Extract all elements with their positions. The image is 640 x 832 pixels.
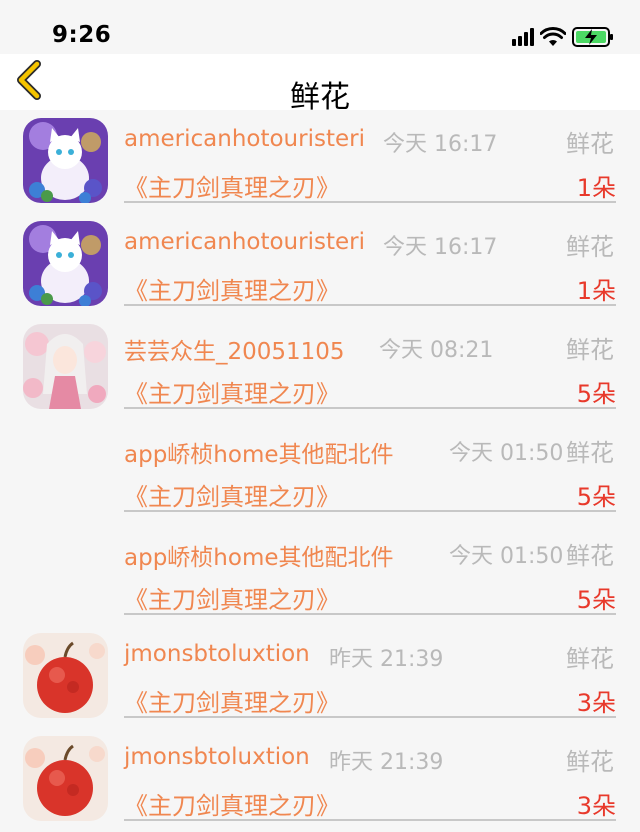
gift-time: 今天 01:50 [449,544,564,569]
avatar[interactable] [23,324,108,409]
battery-charging-icon [572,27,613,47]
gift-time: 今天 01:50 [449,441,564,466]
wifi-icon [540,27,566,46]
flower-count: 3朵 [576,792,616,820]
work-title-link[interactable]: 《主刀剑真理之刃》 [124,683,340,718]
list-item[interactable]: americanhotouristeri 今天 16:17 鲜花 《主刀剑真理之… [0,110,640,213]
gift-time: 今天 16:17 [383,235,498,260]
status-icons [512,27,614,47]
list-item[interactable]: jmonsbtoluxtion 昨天 21:39 鲜花 《主刀剑真理之刃》 3朵 [0,625,640,728]
divider [124,201,616,203]
divider [124,716,616,718]
sender-name[interactable]: 芸芸众生_20051105 [124,332,345,366]
sender-name[interactable]: app峤桢home其他配北件 [124,538,394,572]
gift-time: 今天 16:17 [383,132,498,157]
divider [124,613,616,615]
gift-type: 鲜花 [566,336,614,364]
sender-name[interactable]: americanhotouristeri [124,229,365,255]
gift-time: 今天 08:21 [379,338,494,363]
list-item[interactable]: americanhotouristeri 今天 16:17 鲜花 《主刀剑真理之… [0,213,640,316]
flower-count: 3朵 [576,689,616,717]
flower-count: 1朵 [576,174,616,202]
work-title-link[interactable]: 《主刀剑真理之刃》 [124,786,340,821]
work-title-link[interactable]: 《主刀剑真理之刃》 [124,271,340,306]
work-title-link[interactable]: 《主刀剑真理之刃》 [124,580,340,615]
gift-type: 鲜花 [566,130,614,158]
sender-name[interactable]: americanhotouristeri [124,126,365,152]
cellular-signal-icon [512,28,534,46]
gift-type: 鲜花 [566,439,614,467]
gift-type: 鲜花 [566,748,614,776]
status-bar: 9:26 [0,0,640,54]
flower-count: 5朵 [576,483,616,511]
divider [124,304,616,306]
work-title-link[interactable]: 《主刀剑真理之刃》 [124,374,340,409]
work-title-link[interactable]: 《主刀剑真理之刃》 [124,477,340,512]
gift-type: 鲜花 [566,233,614,261]
gift-type: 鲜花 [566,542,614,570]
gift-time: 昨天 21:39 [329,750,444,775]
navigation-bar: 鲜花 [0,54,640,115]
avatar[interactable] [23,736,108,821]
divider [124,819,616,821]
list-item[interactable]: 芸芸众生_20051105 今天 08:21 鲜花 《主刀剑真理之刃》 5朵 [0,316,640,419]
flower-count: 5朵 [576,586,616,614]
avatar[interactable] [23,118,108,203]
flower-count: 5朵 [576,380,616,408]
list-item[interactable]: app峤桢home其他配北件 今天 01:50 鲜花 《主刀剑真理之刃》 5朵 [0,419,640,522]
list-item[interactable]: jmonsbtoluxtion 昨天 21:39 鲜花 《主刀剑真理之刃》 3朵 [0,728,640,831]
sender-name[interactable]: app峤桢home其他配北件 [124,435,394,469]
work-title-link[interactable]: 《主刀剑真理之刃》 [124,168,340,203]
flower-count: 1朵 [576,277,616,305]
avatar[interactable] [23,221,108,306]
sender-name[interactable]: jmonsbtoluxtion [124,744,310,770]
avatar[interactable] [23,633,108,718]
sender-name[interactable]: jmonsbtoluxtion [124,641,310,667]
list-item[interactable]: app峤桢home其他配北件 今天 01:50 鲜花 《主刀剑真理之刃》 5朵 [0,522,640,625]
flower-gift-list: americanhotouristeri 今天 16:17 鲜花 《主刀剑真理之… [0,110,640,831]
divider [124,510,616,512]
gift-time: 昨天 21:39 [329,647,444,672]
gift-type: 鲜花 [566,645,614,673]
divider [124,407,616,409]
status-time: 9:26 [52,22,112,48]
